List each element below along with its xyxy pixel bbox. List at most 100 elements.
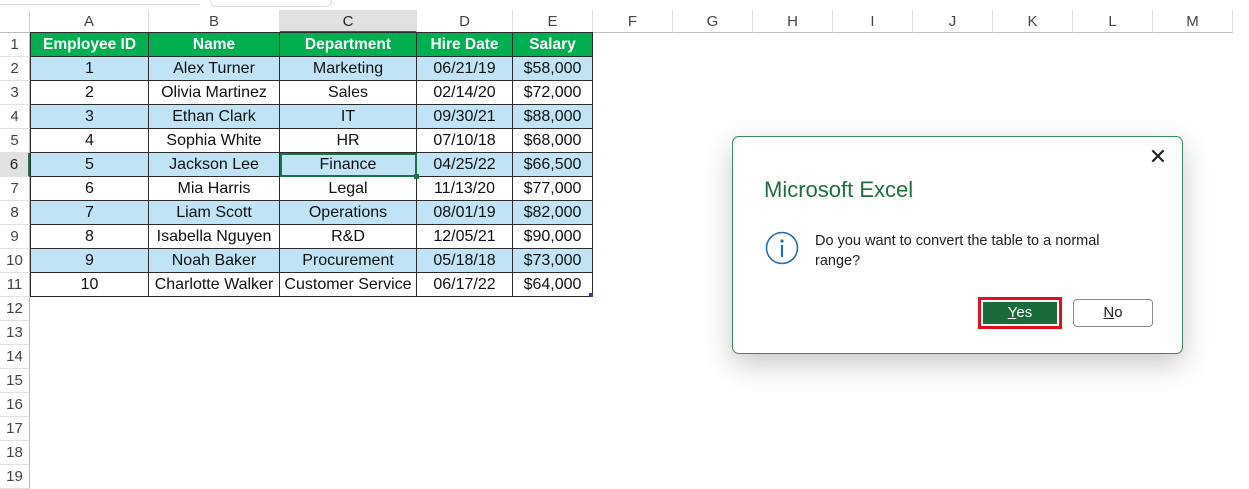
table-cell[interactable]: $82,000 bbox=[513, 201, 593, 225]
table-resize-handle[interactable] bbox=[589, 293, 593, 297]
row-header-14[interactable]: 14 bbox=[0, 345, 30, 369]
table-cell[interactable]: $73,000 bbox=[513, 249, 593, 273]
row-header-4[interactable]: 4 bbox=[0, 105, 30, 129]
table-cell[interactable]: Alex Turner bbox=[149, 57, 280, 81]
table-cell[interactable]: Procurement bbox=[280, 249, 417, 273]
table-header-cell[interactable]: Salary bbox=[513, 33, 593, 57]
table-cell[interactable]: $64,000 bbox=[513, 273, 593, 297]
table-cell[interactable]: HR bbox=[280, 129, 417, 153]
table-cell[interactable]: 08/01/19 bbox=[417, 201, 513, 225]
row-header-9[interactable]: 9 bbox=[0, 225, 30, 249]
table-cell[interactable]: Operations bbox=[280, 201, 417, 225]
table-cell[interactable]: Ethan Clark bbox=[149, 105, 280, 129]
select-all-corner[interactable] bbox=[0, 10, 30, 33]
column-header-b[interactable]: B bbox=[149, 10, 280, 33]
row-header-17[interactable]: 17 bbox=[0, 417, 30, 441]
table-cell[interactable]: 8 bbox=[30, 225, 149, 249]
yes-button[interactable]: Yes bbox=[983, 302, 1057, 324]
column-header-i[interactable]: I bbox=[833, 10, 913, 33]
row-header-18[interactable]: 18 bbox=[0, 441, 30, 465]
table-cell[interactable]: $68,000 bbox=[513, 129, 593, 153]
table-header-cell[interactable]: Hire Date bbox=[417, 33, 513, 57]
table-cell[interactable]: Finance bbox=[280, 153, 417, 177]
table-cell[interactable]: R&D bbox=[280, 225, 417, 249]
table-cell[interactable]: Mia Harris bbox=[149, 177, 280, 201]
row-header-13[interactable]: 13 bbox=[0, 321, 30, 345]
table-cell[interactable]: $66,500 bbox=[513, 153, 593, 177]
table-cell[interactable]: Legal bbox=[280, 177, 417, 201]
row-header-19[interactable]: 19 bbox=[0, 465, 30, 489]
table-cell[interactable]: 6 bbox=[30, 177, 149, 201]
table-cell[interactable]: 12/05/21 bbox=[417, 225, 513, 249]
row-header-8[interactable]: 8 bbox=[0, 201, 30, 225]
table-cell[interactable]: $88,000 bbox=[513, 105, 593, 129]
close-icon[interactable]: ✕ bbox=[1146, 145, 1170, 169]
table-cell[interactable]: 06/21/19 bbox=[417, 57, 513, 81]
table-cell[interactable]: Jackson Lee bbox=[149, 153, 280, 177]
row-header-12[interactable]: 12 bbox=[0, 297, 30, 321]
table-cell[interactable]: 10 bbox=[30, 273, 149, 297]
column-header-m[interactable]: M bbox=[1153, 10, 1233, 33]
table-cell[interactable]: 3 bbox=[30, 105, 149, 129]
table-cell[interactable]: 7 bbox=[30, 201, 149, 225]
table-cell[interactable]: 11/13/20 bbox=[417, 177, 513, 201]
table-header-cell[interactable]: Department bbox=[280, 33, 417, 57]
table-cell[interactable]: 05/18/18 bbox=[417, 249, 513, 273]
table-cell[interactable]: Charlotte Walker bbox=[149, 273, 280, 297]
row-header-6[interactable]: 6 bbox=[0, 153, 30, 177]
table-cell[interactable]: 06/17/22 bbox=[417, 273, 513, 297]
fill-handle[interactable] bbox=[414, 174, 419, 179]
column-header-a[interactable]: A bbox=[30, 10, 149, 33]
table-cell[interactable]: $58,000 bbox=[513, 57, 593, 81]
column-header-e[interactable]: E bbox=[513, 10, 593, 33]
table-cell[interactable]: 02/14/20 bbox=[417, 81, 513, 105]
table-cell[interactable]: Marketing bbox=[280, 57, 417, 81]
table-cell[interactable]: $90,000 bbox=[513, 225, 593, 249]
row-header-2[interactable]: 2 bbox=[0, 57, 30, 81]
row-header-16[interactable]: 16 bbox=[0, 393, 30, 417]
row-header-10[interactable]: 10 bbox=[0, 249, 30, 273]
table-cell[interactable]: 9 bbox=[30, 249, 149, 273]
table-cell[interactable]: Liam Scott bbox=[149, 201, 280, 225]
info-icon bbox=[765, 231, 799, 265]
table-cell[interactable]: 07/10/18 bbox=[417, 129, 513, 153]
row-header-5[interactable]: 5 bbox=[0, 129, 30, 153]
table-header-cell[interactable]: Name bbox=[149, 33, 280, 57]
column-header-d[interactable]: D bbox=[417, 10, 513, 33]
column-headers: ABCDEFGHIJKLM bbox=[0, 10, 1249, 33]
tab-edge bbox=[210, 0, 332, 7]
table-cell[interactable]: IT bbox=[280, 105, 417, 129]
table-cell[interactable]: 5 bbox=[30, 153, 149, 177]
table-cell[interactable]: $72,000 bbox=[513, 81, 593, 105]
table-cell[interactable]: $77,000 bbox=[513, 177, 593, 201]
row-header-7[interactable]: 7 bbox=[0, 177, 30, 201]
convert-table-dialog: ✕ Microsoft Excel Do you want to convert… bbox=[732, 136, 1183, 354]
table-cell[interactable]: Sales bbox=[280, 81, 417, 105]
no-label-rest: o bbox=[1114, 304, 1123, 321]
column-header-c[interactable]: C bbox=[280, 10, 417, 33]
row-header-15[interactable]: 15 bbox=[0, 369, 30, 393]
column-header-h[interactable]: H bbox=[753, 10, 833, 33]
column-header-k[interactable]: K bbox=[993, 10, 1073, 33]
row-header-11[interactable]: 11 bbox=[0, 273, 30, 297]
column-header-g[interactable]: G bbox=[673, 10, 753, 33]
column-header-f[interactable]: F bbox=[593, 10, 673, 33]
column-header-j[interactable]: J bbox=[913, 10, 993, 33]
top-strip bbox=[0, 0, 1249, 10]
row-header-1[interactable]: 1 bbox=[0, 33, 30, 57]
table-cell[interactable]: Olivia Martinez bbox=[149, 81, 280, 105]
table-cell[interactable]: 4 bbox=[30, 129, 149, 153]
dialog-message: Do you want to convert the table to a no… bbox=[815, 233, 1100, 269]
column-header-l[interactable]: L bbox=[1073, 10, 1153, 33]
table-cell[interactable]: 1 bbox=[30, 57, 149, 81]
table-cell[interactable]: Noah Baker bbox=[149, 249, 280, 273]
row-header-3[interactable]: 3 bbox=[0, 81, 30, 105]
table-header-cell[interactable]: Employee ID bbox=[30, 33, 149, 57]
table-cell[interactable]: Sophia White bbox=[149, 129, 280, 153]
no-button[interactable]: No bbox=[1073, 299, 1153, 327]
table-cell[interactable]: Isabella Nguyen bbox=[149, 225, 280, 249]
table-cell[interactable]: 04/25/22 bbox=[417, 153, 513, 177]
table-cell[interactable]: 09/30/21 bbox=[417, 105, 513, 129]
table-cell[interactable]: 2 bbox=[30, 81, 149, 105]
table-cell[interactable]: Customer Service bbox=[280, 273, 417, 297]
